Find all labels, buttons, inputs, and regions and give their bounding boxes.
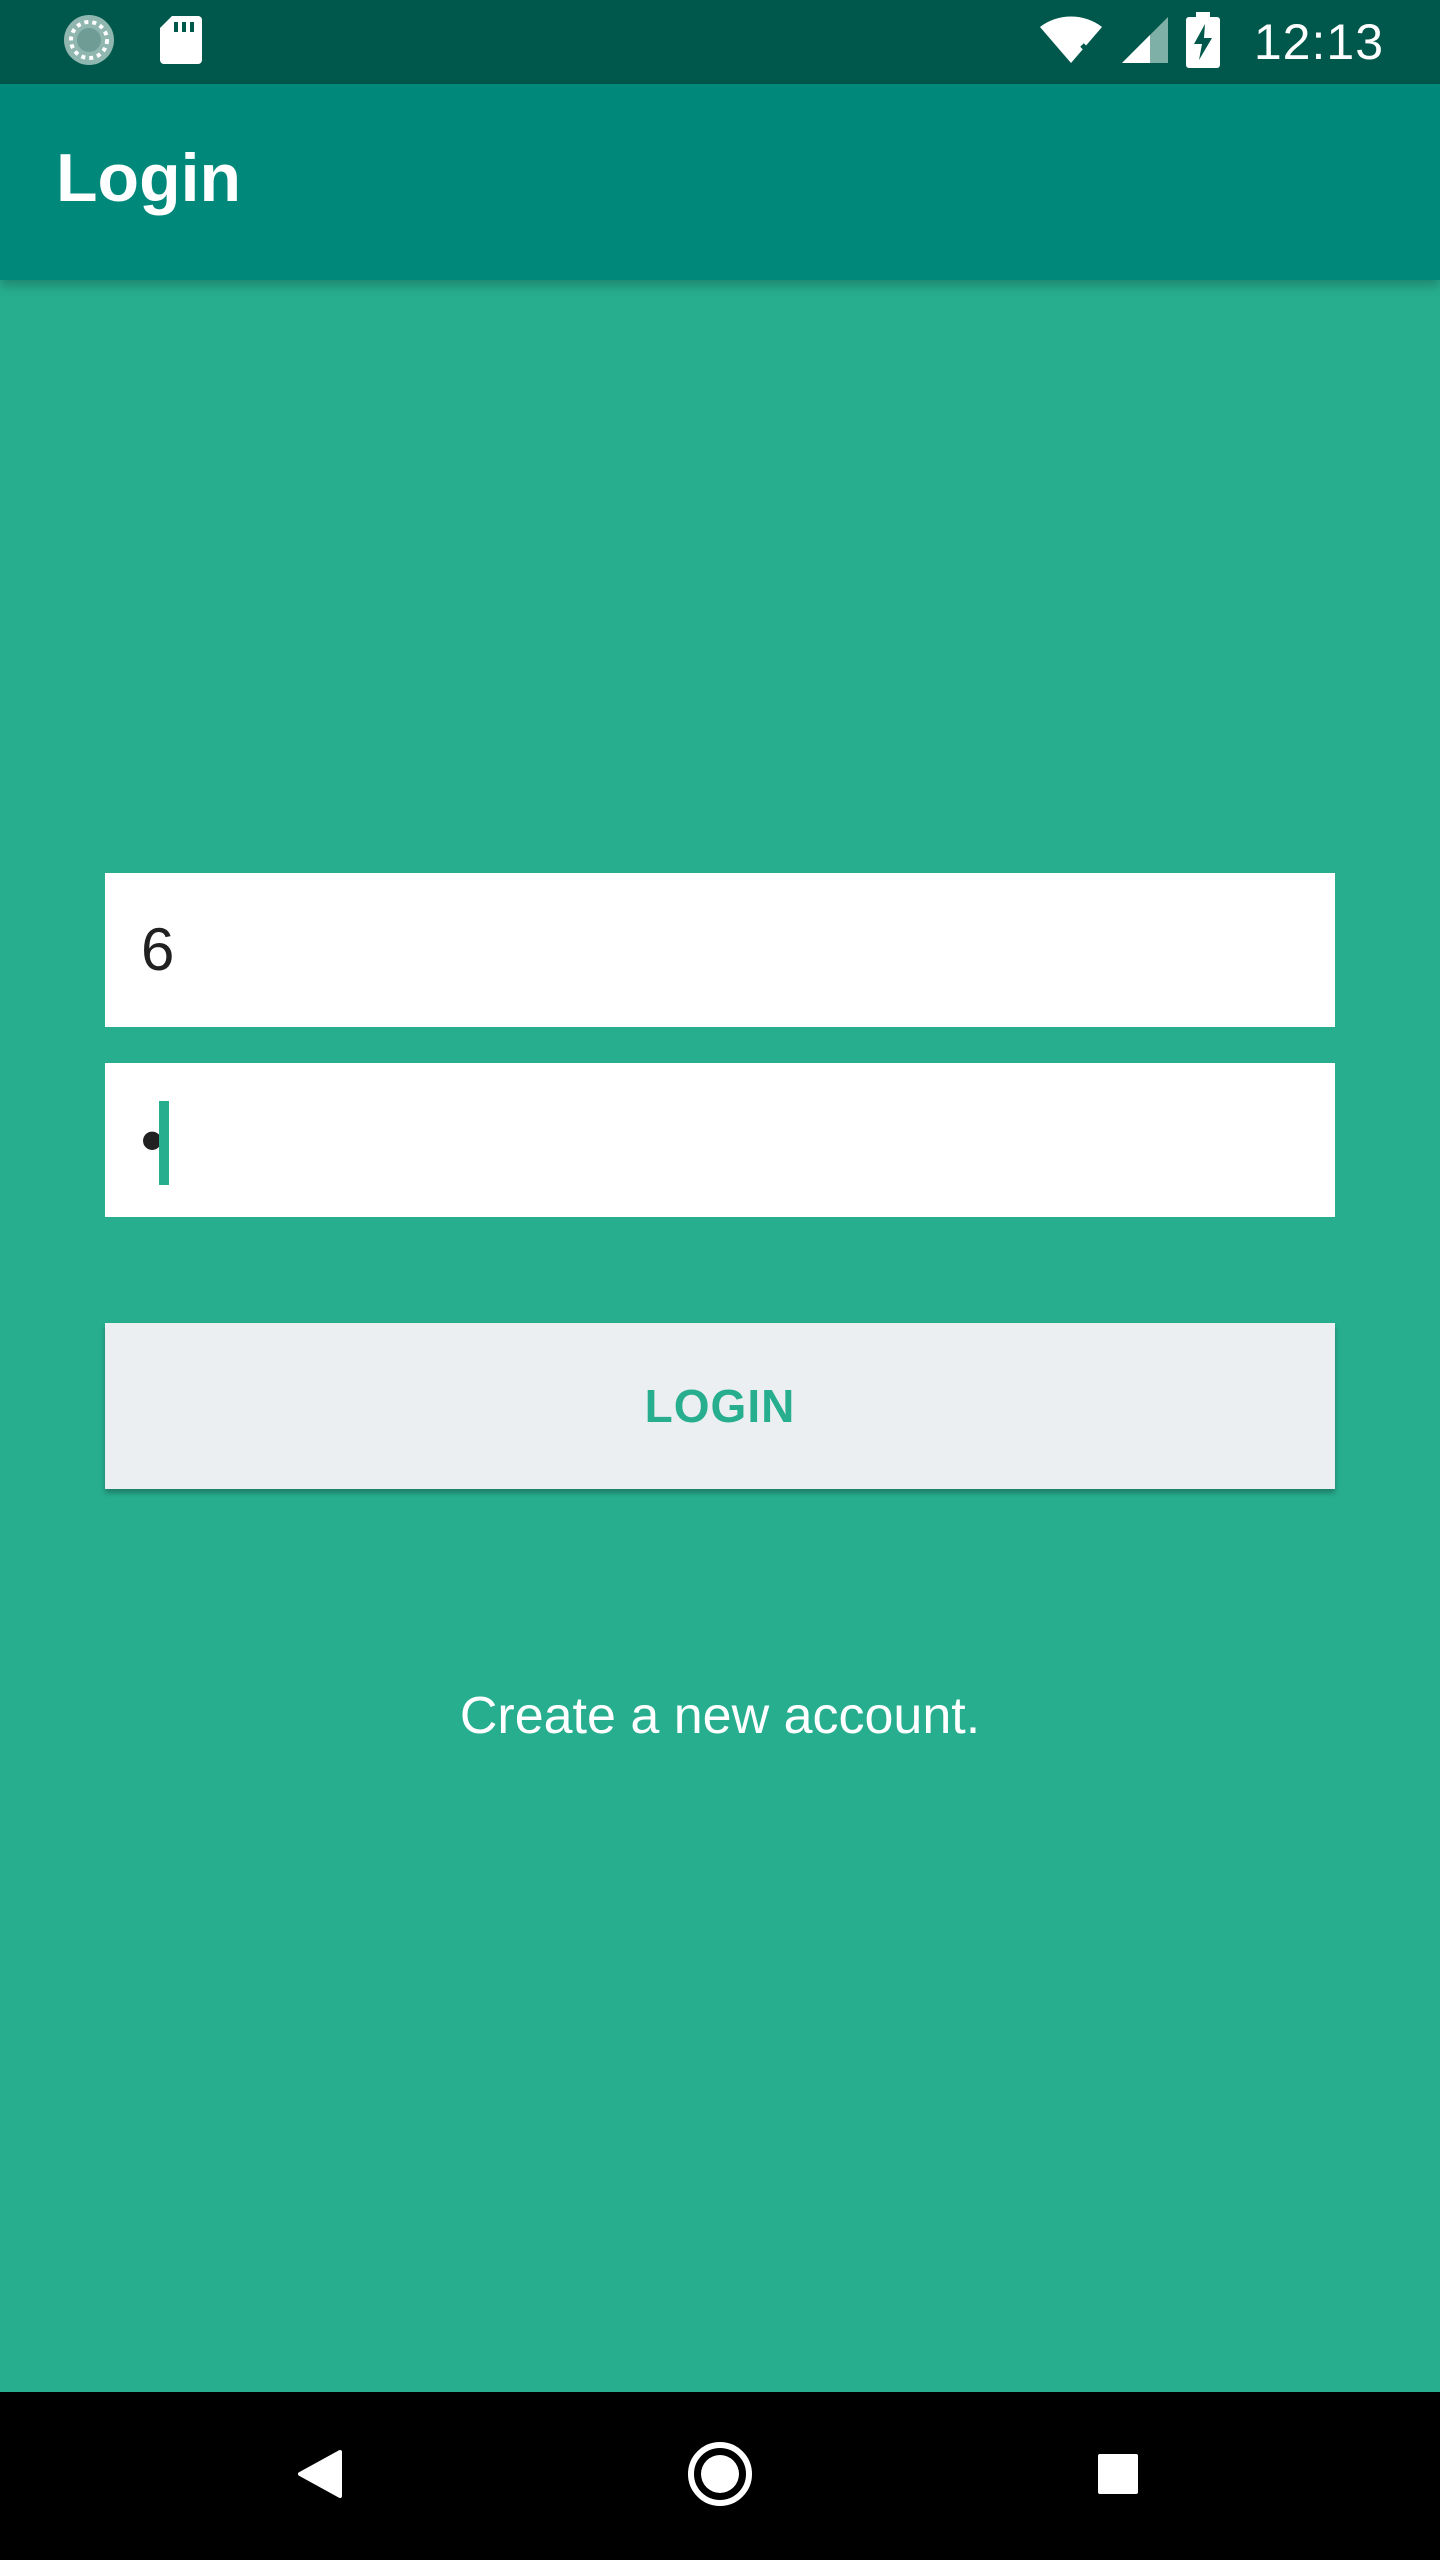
- back-button[interactable]: [220, 2392, 420, 2560]
- username-value: 6: [141, 916, 175, 983]
- recents-icon: [1096, 2452, 1140, 2501]
- status-bar: 12:13: [0, 0, 1440, 84]
- password-field[interactable]: •: [105, 1063, 1335, 1217]
- login-button[interactable]: LOGIN: [105, 1323, 1335, 1489]
- status-time: 12:13: [1253, 14, 1384, 70]
- wifi-icon: [1038, 15, 1104, 70]
- recents-button[interactable]: [1018, 2392, 1218, 2560]
- username-field[interactable]: 6: [105, 873, 1335, 1027]
- status-indicators: 12:13: [1038, 10, 1384, 74]
- sync-icon: [62, 13, 116, 72]
- sd-card-icon: [160, 14, 202, 71]
- text-cursor: [159, 1101, 169, 1185]
- back-icon: [296, 2448, 344, 2505]
- status-notifications: [62, 14, 202, 70]
- login-button-label: LOGIN: [644, 1380, 796, 1432]
- app-bar: Login: [0, 84, 1440, 280]
- page-title: Login: [56, 140, 242, 216]
- navigation-bar: [0, 2392, 1440, 2560]
- create-account-link[interactable]: Create a new account.: [0, 1686, 1440, 1746]
- home-icon: [687, 2441, 753, 2512]
- battery-charging-icon: [1185, 11, 1220, 73]
- home-button[interactable]: [620, 2392, 820, 2560]
- signal-icon: [1120, 15, 1170, 70]
- login-screen: 12:13 Login 6 • LOGIN Create a new accou…: [0, 0, 1440, 2560]
